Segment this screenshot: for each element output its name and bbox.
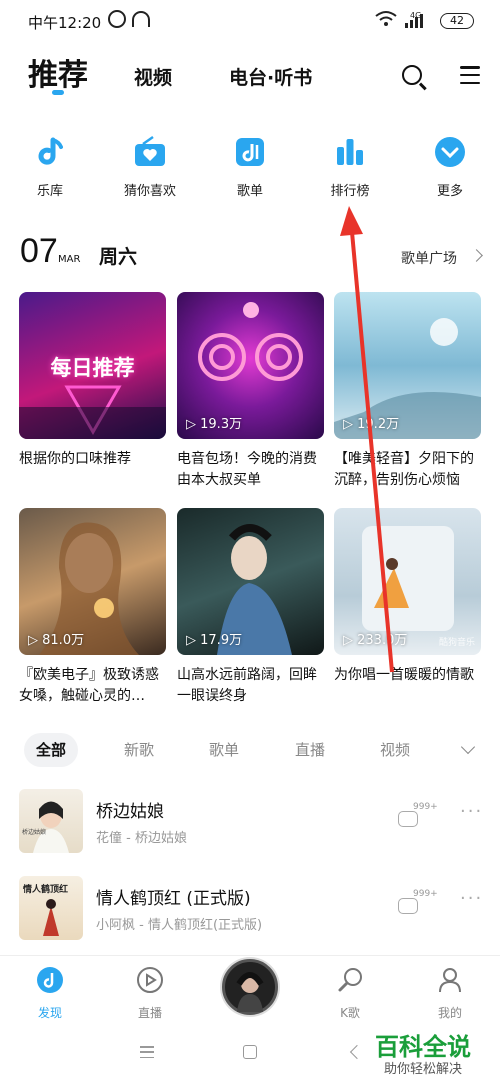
song-title[interactable]: 桥边姑娘	[96, 797, 164, 822]
song-title[interactable]: 情人鹤顶红 (正式版)	[96, 884, 251, 909]
filter-playlists[interactable]: 歌单	[209, 733, 239, 767]
recents-icon[interactable]	[140, 1046, 154, 1058]
nav-label: 发现	[37, 1006, 62, 1020]
filter-live[interactable]: 直播	[295, 733, 325, 767]
filter-new-songs[interactable]: 新歌	[124, 733, 154, 767]
song-row[interactable]: 情人鹤顶红 情人鹤顶红 (正式版) 小阿枫 - 情人鹤顶红(正式版) 999+ …	[0, 876, 500, 946]
back-icon[interactable]	[349, 1044, 365, 1060]
nav-karaoke[interactable]: K歌	[320, 966, 380, 1021]
more-options-icon[interactable]: ···	[460, 801, 483, 822]
live-play-icon	[137, 967, 163, 993]
now-playing-disc[interactable]	[222, 959, 278, 1015]
song-thumbnail: 情人鹤顶红	[19, 876, 83, 940]
nav-live[interactable]: 直播	[120, 966, 180, 1021]
chevron-down-icon[interactable]	[460, 739, 476, 755]
filter-videos[interactable]: 视频	[380, 733, 410, 767]
watermark-subtitle: 助你轻松解决	[384, 1062, 463, 1077]
nav-mine[interactable]: 我的	[420, 966, 480, 1021]
more-options-icon[interactable]: ···	[460, 888, 483, 909]
microphone-icon	[338, 968, 362, 992]
nav-label: K歌	[340, 1006, 360, 1020]
home-icon[interactable]	[243, 1045, 257, 1059]
song-thumbnail: 桥边姑娘	[19, 789, 83, 853]
song-thumbnail-text: 桥边姑娘	[22, 829, 47, 836]
song-artist[interactable]: 花僮 - 桥边姑娘	[96, 827, 187, 846]
comment-count: 999+	[413, 889, 438, 899]
nav-label: 我的	[437, 1006, 462, 1020]
song-row[interactable]: 桥边姑娘 桥边姑娘 花僮 - 桥边姑娘 999+ ···	[0, 789, 500, 859]
watermark-title: 百科全说	[375, 1033, 471, 1061]
song-artist[interactable]: 小阿枫 - 情人鹤顶红(正式版)	[96, 914, 262, 933]
user-icon	[439, 968, 461, 993]
comment-icon[interactable]	[398, 898, 418, 914]
song-thumbnail-text: 情人鹤顶红	[23, 885, 69, 895]
nav-label: 直播	[137, 1006, 162, 1020]
discover-icon	[37, 967, 63, 993]
nav-discover[interactable]: 发现	[20, 966, 80, 1021]
filter-all[interactable]: 全部	[24, 733, 79, 767]
comment-icon[interactable]	[398, 811, 418, 827]
content-filter-tabs: 全部 新歌 歌单 直播 视频	[0, 733, 500, 769]
comment-count: 999+	[413, 802, 438, 812]
